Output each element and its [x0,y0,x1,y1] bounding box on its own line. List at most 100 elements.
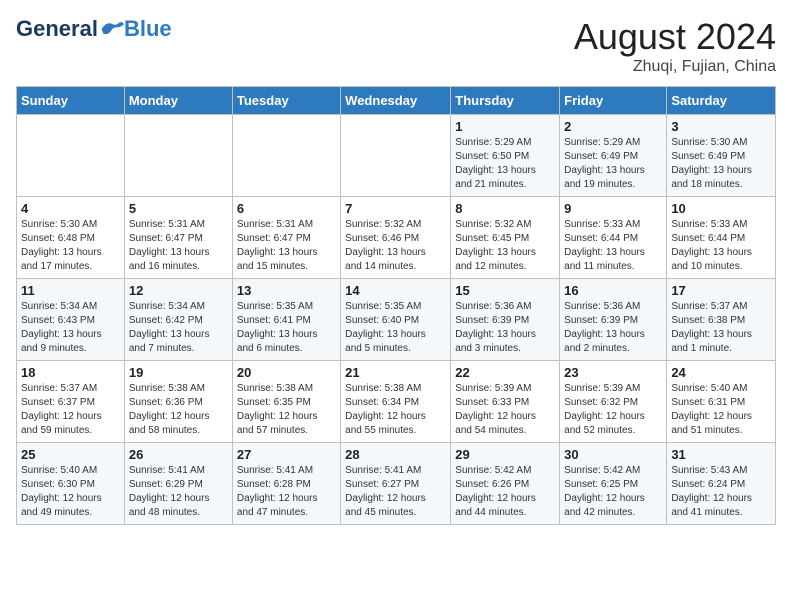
empty-cell [232,115,340,197]
empty-cell [341,115,451,197]
empty-cell [124,115,232,197]
day-info-16: Sunrise: 5:36 AM Sunset: 6:39 PM Dayligh… [564,300,662,356]
day-cell-5: 5Sunrise: 5:31 AM Sunset: 6:47 PM Daylig… [124,197,232,279]
day-number-10: 10 [671,201,771,216]
weekday-header-monday: Monday [124,87,232,115]
week-row-5: 25 Sunrise: 5:40 AM Sunset: 6:30 PM Dayli… [17,443,776,525]
day-info-29: Sunrise: 5:42 AM Sunset: 6:26 PM Dayligh… [455,464,555,520]
day-number-12: 12 [129,283,228,298]
logo-blue: Blue [124,16,172,42]
day-info-15: Sunrise: 5:36 AM Sunset: 6:39 PM Dayligh… [455,300,555,356]
day-info-4: Sunrise: 5:30 AM Sunset: 6:48 PM Dayligh… [21,218,120,274]
day-info-8: Sunrise: 5:32 AM Sunset: 6:45 PM Dayligh… [455,218,555,274]
day-info-20: Sunrise: 5:38 AM Sunset: 6:35 PM Dayligh… [237,382,336,438]
day-cell-27: 27Sunrise: 5:41 AM Sunset: 6:28 PM Dayli… [232,443,340,525]
day-cell-17: 17Sunrise: 5:37 AM Sunset: 6:38 PM Dayli… [667,279,776,361]
day-cell-31: 31 Sunrise: 5:43 AM Sunset: 6:24 PM Dayli… [667,443,776,525]
day-cell-26: 26 Sunrise: 5:41 AM Sunset: 6:29 PM Dayli… [124,443,232,525]
day-cell-9: 9 Sunrise: 5:33 AM Sunset: 6:44 PM Daylig… [560,197,667,279]
day-number-6: 6 [237,201,336,216]
month-title: August 2024 [574,16,776,58]
day-number-11: 11 [21,283,120,298]
week-row-2: 4 Sunrise: 5:30 AM Sunset: 6:48 PM Daylig… [17,197,776,279]
day-info-13: Sunrise: 5:35 AM Sunset: 6:41 PM Dayligh… [237,300,336,356]
day-number-28: 28 [345,447,446,462]
day-info-6: Sunrise: 5:31 AM Sunset: 6:47 PM Dayligh… [237,218,336,274]
day-cell-18: 18 Sunrise: 5:37 AM Sunset: 6:37 PM Dayli… [17,361,125,443]
day-number-29: 29 [455,447,555,462]
day-number-30: 30 [564,447,662,462]
day-number-8: 8 [455,201,555,216]
day-info-5: Sunrise: 5:31 AM Sunset: 6:47 PM Dayligh… [129,218,228,274]
day-info-9: Sunrise: 5:33 AM Sunset: 6:44 PM Dayligh… [564,218,662,274]
day-info-11: Sunrise: 5:34 AM Sunset: 6:43 PM Dayligh… [21,300,120,356]
day-info-31: Sunrise: 5:43 AM Sunset: 6:24 PM Dayligh… [671,464,771,520]
day-cell-2: 2Sunrise: 5:29 AM Sunset: 6:49 PM Daylig… [560,115,667,197]
day-info-3: Sunrise: 5:30 AM Sunset: 6:49 PM Dayligh… [671,136,771,192]
day-cell-24: 24 Sunrise: 5:40 AM Sunset: 6:31 PM Dayli… [667,361,776,443]
day-cell-15: 15 Sunrise: 5:36 AM Sunset: 6:39 PM Dayli… [451,279,560,361]
day-info-28: Sunrise: 5:41 AM Sunset: 6:27 PM Dayligh… [345,464,446,520]
day-number-21: 21 [345,365,446,380]
empty-cell [17,115,125,197]
day-cell-1: 1Sunrise: 5:29 AM Sunset: 6:50 PM Daylig… [451,115,560,197]
weekday-header-thursday: Thursday [451,87,560,115]
calendar-table: SundayMondayTuesdayWednesdayThursdayFrid… [16,86,776,525]
day-number-25: 25 [21,447,120,462]
weekday-header-saturday: Saturday [667,87,776,115]
day-cell-30: 30 Sunrise: 5:42 AM Sunset: 6:25 PM Dayli… [560,443,667,525]
day-number-13: 13 [237,283,336,298]
day-number-31: 31 [671,447,771,462]
day-cell-8: 8 Sunrise: 5:32 AM Sunset: 6:45 PM Daylig… [451,197,560,279]
day-number-15: 15 [455,283,555,298]
title-block: August 2024 Zhuqi, Fujian, China [574,16,776,76]
day-info-25: Sunrise: 5:40 AM Sunset: 6:30 PM Dayligh… [21,464,120,520]
week-row-4: 18 Sunrise: 5:37 AM Sunset: 6:37 PM Dayli… [17,361,776,443]
day-info-10: Sunrise: 5:33 AM Sunset: 6:44 PM Dayligh… [671,218,771,274]
day-info-7: Sunrise: 5:32 AM Sunset: 6:46 PM Dayligh… [345,218,446,274]
day-cell-4: 4 Sunrise: 5:30 AM Sunset: 6:48 PM Daylig… [17,197,125,279]
day-cell-22: 22Sunrise: 5:39 AM Sunset: 6:33 PM Dayli… [451,361,560,443]
day-info-30: Sunrise: 5:42 AM Sunset: 6:25 PM Dayligh… [564,464,662,520]
day-number-7: 7 [345,201,446,216]
day-cell-20: 20 Sunrise: 5:38 AM Sunset: 6:35 PM Dayli… [232,361,340,443]
day-info-26: Sunrise: 5:41 AM Sunset: 6:29 PM Dayligh… [129,464,228,520]
day-number-16: 16 [564,283,662,298]
day-info-19: Sunrise: 5:38 AM Sunset: 6:36 PM Dayligh… [129,382,228,438]
day-info-12: Sunrise: 5:34 AM Sunset: 6:42 PM Dayligh… [129,300,228,356]
day-number-18: 18 [21,365,120,380]
day-cell-10: 10 Sunrise: 5:33 AM Sunset: 6:44 PM Dayli… [667,197,776,279]
day-info-1: Sunrise: 5:29 AM Sunset: 6:50 PM Dayligh… [455,136,555,192]
day-number-20: 20 [237,365,336,380]
day-number-14: 14 [345,283,446,298]
day-info-18: Sunrise: 5:37 AM Sunset: 6:37 PM Dayligh… [21,382,120,438]
day-cell-3: 3 Sunrise: 5:30 AM Sunset: 6:49 PM Daylig… [667,115,776,197]
day-cell-19: 19 Sunrise: 5:38 AM Sunset: 6:36 PM Dayli… [124,361,232,443]
day-cell-14: 14Sunrise: 5:35 AM Sunset: 6:40 PM Dayli… [341,279,451,361]
calendar-header: General Blue August 2024 Zhuqi, Fujian, … [16,16,776,76]
day-info-23: Sunrise: 5:39 AM Sunset: 6:32 PM Dayligh… [564,382,662,438]
day-number-24: 24 [671,365,771,380]
logo: General Blue [16,16,172,42]
week-row-3: 11 Sunrise: 5:34 AM Sunset: 6:43 PM Dayli… [17,279,776,361]
weekday-header-tuesday: Tuesday [232,87,340,115]
logo-general: General [16,16,98,42]
day-number-23: 23 [564,365,662,380]
week-row-1: 1Sunrise: 5:29 AM Sunset: 6:50 PM Daylig… [17,115,776,197]
day-info-24: Sunrise: 5:40 AM Sunset: 6:31 PM Dayligh… [671,382,771,438]
day-number-3: 3 [671,119,771,134]
weekday-header-wednesday: Wednesday [341,87,451,115]
day-cell-7: 7 Sunrise: 5:32 AM Sunset: 6:46 PM Daylig… [341,197,451,279]
location: Zhuqi, Fujian, China [574,58,776,76]
weekday-header-friday: Friday [560,87,667,115]
day-number-4: 4 [21,201,120,216]
day-number-9: 9 [564,201,662,216]
day-cell-13: 13 Sunrise: 5:35 AM Sunset: 6:41 PM Dayli… [232,279,340,361]
weekday-header-sunday: Sunday [17,87,125,115]
weekday-header-row: SundayMondayTuesdayWednesdayThursdayFrid… [17,87,776,115]
day-number-19: 19 [129,365,228,380]
day-cell-6: 6 Sunrise: 5:31 AM Sunset: 6:47 PM Daylig… [232,197,340,279]
day-number-26: 26 [129,447,228,462]
day-cell-28: 28 Sunrise: 5:41 AM Sunset: 6:27 PM Dayli… [341,443,451,525]
day-cell-16: 16 Sunrise: 5:36 AM Sunset: 6:39 PM Dayli… [560,279,667,361]
